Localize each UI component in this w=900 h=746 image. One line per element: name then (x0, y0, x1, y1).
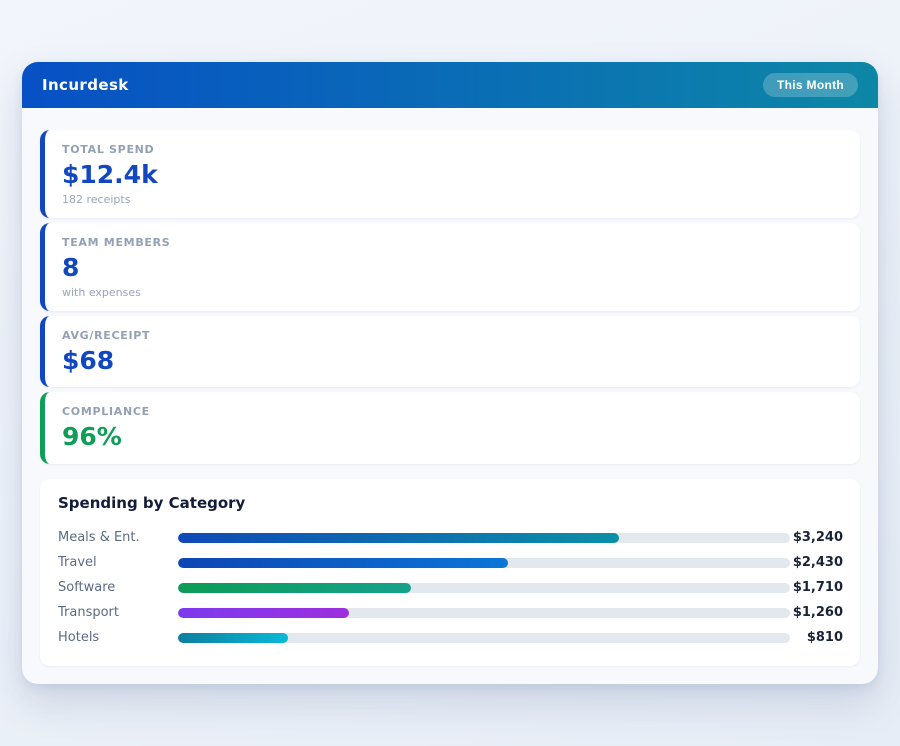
bar-fill-transport (178, 608, 349, 618)
category-label: Transport (58, 605, 178, 620)
category-row-hotels: Hotels $810 (58, 625, 843, 650)
stat-subtext: with expenses (62, 286, 843, 299)
section-title: Spending by Category (58, 494, 843, 512)
bar-fill-travel (178, 558, 508, 568)
category-value: $3,240 (790, 530, 843, 545)
stat-label: COMPLIANCE (62, 405, 843, 418)
app-header: Incurdesk This Month (22, 62, 878, 108)
category-label: Software (58, 580, 178, 595)
category-value: $1,260 (790, 605, 843, 620)
bar-track (178, 533, 790, 543)
stat-card-compliance: COMPLIANCE 96% (40, 392, 860, 464)
category-value: $1,710 (790, 580, 843, 595)
stat-label: TEAM MEMBERS (62, 236, 843, 249)
stat-value: $68 (62, 347, 843, 376)
bar-track (178, 608, 790, 618)
bar-fill-meals (178, 533, 619, 543)
category-value: $810 (790, 630, 843, 645)
bar-track (178, 558, 790, 568)
stat-value: $12.4k (62, 161, 843, 190)
bar-fill-hotels (178, 633, 288, 643)
stat-value: 8 (62, 254, 843, 283)
bar-track (178, 633, 790, 643)
category-row-software: Software $1,710 (58, 575, 843, 600)
bar-track (178, 583, 790, 593)
bar-fill-software (178, 583, 411, 593)
stat-value: 96% (62, 423, 843, 452)
category-label: Travel (58, 555, 178, 570)
period-badge[interactable]: This Month (763, 73, 858, 97)
stat-card-avg-receipt: AVG/RECEIPT $68 (40, 316, 860, 388)
stat-label: AVG/RECEIPT (62, 329, 843, 342)
category-label: Meals & Ent. (58, 530, 178, 545)
app-panel: Incurdesk This Month TOTAL SPEND $12.4k … (22, 62, 878, 684)
stat-card-team-members: TEAM MEMBERS 8 with expenses (40, 223, 860, 311)
category-row-travel: Travel $2,430 (58, 550, 843, 575)
category-row-meals: Meals & Ent. $3,240 (58, 525, 843, 550)
dashboard-content: TOTAL SPEND $12.4k 182 receipts TEAM MEM… (22, 108, 878, 684)
app-title: Incurdesk (42, 76, 129, 94)
category-row-transport: Transport $1,260 (58, 600, 843, 625)
stat-label: TOTAL SPEND (62, 143, 843, 156)
category-value: $2,430 (790, 555, 843, 570)
stat-card-total-spend: TOTAL SPEND $12.4k 182 receipts (40, 130, 860, 218)
stat-subtext: 182 receipts (62, 193, 843, 206)
spending-by-category-card: Spending by Category Meals & Ent. $3,240… (40, 479, 860, 666)
category-label: Hotels (58, 630, 178, 645)
